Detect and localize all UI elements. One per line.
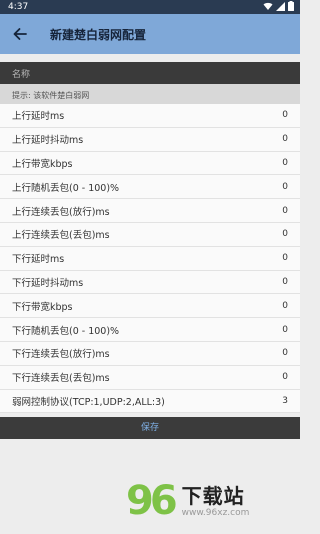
- setting-value: 0: [282, 253, 288, 264]
- battery-icon: [288, 1, 294, 11]
- setting-label: 上行延时ms: [12, 111, 65, 123]
- setting-label: 上行连续丢包(丢包)ms: [12, 230, 110, 242]
- setting-downlink-burst-drop[interactable]: 下行连续丢包(丢包)ms 0: [0, 365, 300, 390]
- setting-value: 0: [282, 276, 288, 287]
- status-bar: 4:37: [0, 0, 300, 14]
- hint-text: 提示: 该软件楚白弱网: [0, 84, 300, 104]
- setting-label: 上行连续丢包(放行)ms: [12, 206, 110, 218]
- watermark: 96 下载站 www.96xz.com: [126, 470, 296, 532]
- watermark-text: 下载站 www.96xz.com: [182, 485, 250, 518]
- setting-downlink-random-loss[interactable]: 下行随机丢包(0 - 100)% 0: [0, 318, 300, 342]
- setting-downlink-jitter[interactable]: 下行延时抖动ms 0: [0, 270, 300, 295]
- setting-uplink-burst-drop[interactable]: 上行连续丢包(丢包)ms 0: [0, 222, 300, 247]
- setting-value: 0: [282, 300, 288, 311]
- save-button[interactable]: 保存: [0, 417, 300, 439]
- settings-list: 上行延时ms 0 上行延时抖动ms 0 上行带宽kbps 0 上行随机丢包(0 - 1…: [0, 104, 300, 414]
- setting-value: 0: [282, 205, 288, 216]
- name-field[interactable]: 名称: [0, 62, 300, 84]
- setting-value: 0: [282, 372, 288, 383]
- setting-uplink-burst-pass[interactable]: 上行连续丢包(放行)ms 0: [0, 199, 300, 223]
- setting-label: 弱网控制协议(TCP:1,UDP:2,ALL:3): [12, 396, 165, 408]
- setting-label: 下行延时抖动ms: [12, 277, 84, 289]
- setting-value: 0: [282, 181, 288, 192]
- setting-uplink-delay[interactable]: 上行延时ms 0: [0, 104, 300, 128]
- setting-protocol[interactable]: 弱网控制协议(TCP:1,UDP:2,ALL:3) 3: [0, 389, 300, 414]
- setting-label: 上行延时抖动ms: [12, 135, 84, 147]
- setting-value: 0: [282, 324, 288, 335]
- name-field-placeholder: 名称: [12, 70, 31, 80]
- setting-uplink-random-loss[interactable]: 上行随机丢包(0 - 100)% 0: [0, 175, 300, 200]
- wifi-icon: [263, 2, 273, 10]
- setting-label: 下行带宽kbps: [12, 301, 73, 313]
- setting-value: 3: [282, 395, 288, 406]
- watermark-brand: 下载站: [181, 483, 245, 508]
- setting-value: 0: [282, 229, 288, 240]
- setting-value: 0: [282, 348, 288, 359]
- watermark-url: www.96xz.com: [181, 507, 250, 518]
- setting-value: 0: [282, 110, 288, 121]
- setting-value: 0: [282, 134, 288, 145]
- watermark-logo: 96: [126, 478, 178, 524]
- setting-downlink-delay[interactable]: 下行延时ms 0: [0, 246, 300, 271]
- setting-uplink-bandwidth[interactable]: 上行带宽kbps 0: [0, 151, 300, 176]
- setting-value: 0: [282, 157, 288, 168]
- setting-downlink-burst-pass[interactable]: 下行连续丢包(放行)ms 0: [0, 341, 300, 366]
- setting-downlink-bandwidth[interactable]: 下行带宽kbps 0: [0, 294, 300, 319]
- status-time: 4:37: [8, 2, 29, 12]
- setting-label: 下行连续丢包(放行)ms: [12, 349, 110, 361]
- back-button[interactable]: [2, 14, 38, 54]
- setting-uplink-jitter[interactable]: 上行延时抖动ms 0: [0, 127, 300, 152]
- setting-label: 上行带宽kbps: [12, 158, 73, 170]
- app-bar: 新建楚白弱网配置: [0, 14, 300, 54]
- setting-label: 下行延时ms: [12, 254, 65, 266]
- setting-label: 下行随机丢包(0 - 100)%: [12, 325, 120, 337]
- arrow-left-icon: [13, 28, 27, 40]
- setting-label: 下行连续丢包(丢包)ms: [12, 373, 110, 385]
- signal-icon: [276, 1, 285, 11]
- status-icons: [263, 1, 294, 11]
- page-title: 新建楚白弱网配置: [50, 27, 147, 42]
- setting-label: 上行随机丢包(0 - 100)%: [12, 182, 120, 194]
